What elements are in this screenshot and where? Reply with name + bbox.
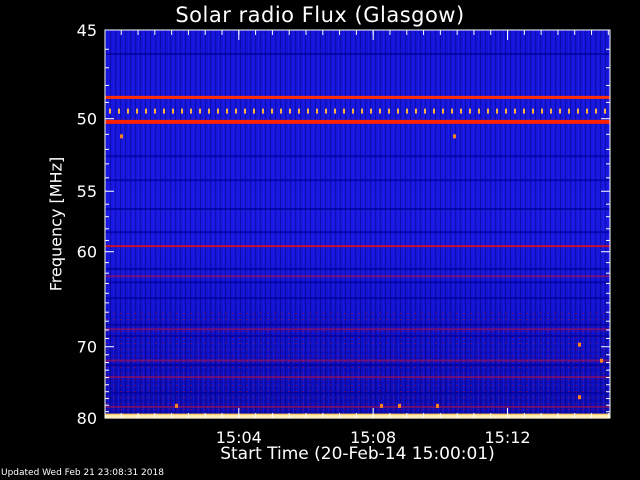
burst-dot — [343, 108, 345, 114]
burst-dot — [226, 108, 228, 114]
burst-dot — [568, 108, 570, 114]
burst-spike — [453, 134, 456, 139]
dark-band — [105, 323, 610, 326]
burst-dot — [316, 108, 318, 114]
burst-dot — [559, 108, 561, 114]
dark-band — [105, 155, 610, 158]
burst-spike — [380, 403, 383, 408]
burst-dot — [532, 108, 534, 114]
burst-dot — [595, 108, 597, 114]
y-tick-label: 55 — [77, 182, 97, 201]
burst-dot — [163, 108, 165, 114]
burst-dot — [523, 108, 525, 114]
y-tick-label: 50 — [77, 110, 97, 129]
red-band — [105, 275, 610, 278]
burst-spike — [436, 403, 439, 408]
burst-dot — [217, 108, 219, 114]
y-tick-label: 60 — [77, 243, 97, 262]
burst-dot — [469, 108, 471, 114]
spectrogram-chart: 45505560708015:04 15:08 15:12 — [77, 21, 611, 447]
dark-band — [105, 267, 610, 270]
burst-spike — [120, 134, 123, 139]
burst-dot — [496, 108, 498, 114]
burst-dot — [577, 108, 579, 114]
burst-dot — [361, 108, 363, 114]
burst-dot — [478, 108, 480, 114]
dark-band — [105, 208, 610, 211]
burst-dot — [325, 108, 327, 114]
burst-dot — [397, 108, 399, 114]
burst-dot — [406, 108, 408, 114]
burst-dot — [352, 108, 354, 114]
y-tick-label: 80 — [77, 409, 97, 428]
burst-dot — [298, 108, 300, 114]
burst-spike — [578, 342, 581, 347]
burst-dot — [550, 108, 552, 114]
burst-dot — [136, 108, 138, 114]
burst-dot — [505, 108, 507, 114]
y-tick-label: 70 — [77, 338, 97, 357]
burst-dot — [487, 108, 489, 114]
burst-dot — [145, 108, 147, 114]
burst-dot — [127, 108, 129, 114]
burst-dot — [271, 108, 273, 114]
y-tick-label: 45 — [77, 21, 97, 40]
burst-spike — [398, 403, 401, 408]
burst-dot — [199, 108, 201, 114]
burst-dot — [334, 108, 336, 114]
burst-dot — [244, 108, 246, 114]
red-band — [105, 328, 610, 331]
dark-band — [105, 53, 610, 56]
dark-band — [105, 391, 610, 394]
burst-dot — [154, 108, 156, 114]
burst-dot — [109, 108, 111, 114]
burst-dot — [388, 108, 390, 114]
y-axis-label: Frequency [MHz] — [46, 156, 66, 292]
burst-dot — [379, 108, 381, 114]
burst-dot — [289, 108, 291, 114]
burst-dot — [460, 108, 462, 114]
dark-band — [105, 297, 610, 300]
spectrogram-area — [105, 30, 610, 419]
dark-band — [105, 335, 610, 338]
burst-dot — [262, 108, 264, 114]
red-band — [105, 405, 610, 408]
red-band — [105, 359, 610, 362]
burst-dot — [172, 108, 174, 114]
burst-dot — [541, 108, 543, 114]
red-band — [105, 376, 610, 379]
burst-dot — [307, 108, 309, 114]
burst-dot — [433, 108, 435, 114]
burst-dot — [604, 108, 606, 114]
chart-page: Solar radio Flux (Glasgow) 45 50 55 60 70 80 1… — [0, 0, 640, 480]
burst-dot — [586, 108, 588, 114]
burst-dot — [424, 108, 426, 114]
burst-dot — [253, 108, 255, 114]
burst-dot — [415, 108, 417, 114]
burst-dot — [235, 108, 237, 114]
burst-dot — [118, 108, 120, 114]
burst-spike — [578, 395, 581, 400]
emission-band — [105, 119, 610, 124]
emission-band-core — [105, 415, 610, 418]
x-axis-label: Start Time (20-Feb-14 15:00:01) — [220, 444, 495, 464]
burst-dot — [442, 108, 444, 114]
burst-spike — [600, 358, 603, 363]
emission-band — [105, 245, 610, 248]
dark-band — [105, 281, 610, 284]
emission-band — [105, 95, 610, 99]
burst-dot — [181, 108, 183, 114]
burst-dot — [451, 108, 453, 114]
burst-dot — [280, 108, 282, 114]
dark-band — [105, 364, 610, 367]
updated-timestamp: Updated Wed Feb 21 23:08:31 2018 — [1, 468, 164, 478]
burst-dot — [514, 108, 516, 114]
burst-spike — [175, 403, 178, 408]
dark-band — [105, 231, 610, 234]
burst-dot — [190, 108, 192, 114]
dark-band — [105, 179, 610, 182]
burst-dot — [370, 108, 372, 114]
burst-dot — [208, 108, 210, 114]
